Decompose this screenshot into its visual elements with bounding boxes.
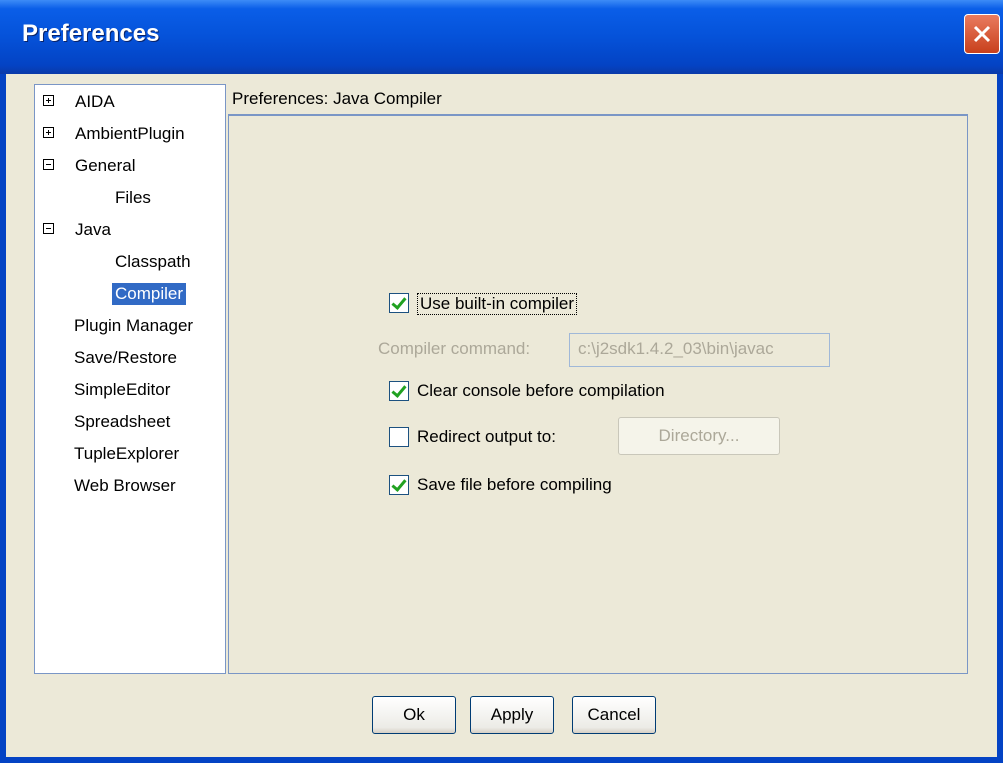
clear-console-row[interactable]: Clear console before compilation [389, 380, 749, 404]
close-icon [973, 25, 991, 43]
tree-item-label: Spreadsheet [74, 412, 171, 431]
tree-item-spreadsheet[interactable]: Spreadsheet [35, 407, 225, 435]
tree-item-classpath[interactable]: Classpath [35, 247, 225, 275]
window-frame-bottom [0, 757, 1003, 763]
expand-plus-icon[interactable] [43, 95, 54, 106]
use-builtin-compiler-row[interactable]: Use built-in compiler [389, 292, 629, 316]
tree-item-label: Compiler [112, 283, 187, 305]
redirect-output-label: Redirect output to: [417, 427, 556, 446]
tree-item-label: Files [115, 188, 151, 207]
tree-item-label: Save/Restore [74, 348, 177, 367]
collapse-minus-icon[interactable] [43, 223, 54, 234]
tree-item-label: TupleExplorer [74, 444, 180, 463]
tree-item-ambientplugin[interactable]: AmbientPlugin [35, 119, 225, 147]
save-file-label: Save file before compiling [417, 475, 612, 494]
tree-item-label: AIDA [75, 92, 115, 111]
tree-item-aida[interactable]: AIDA [35, 87, 225, 115]
save-file-row[interactable]: Save file before compiling [389, 474, 689, 498]
tree-item-simpleeditor[interactable]: SimpleEditor [35, 375, 225, 403]
tree-item-label: Web Browser [74, 476, 176, 495]
tree-item-tupleexplorer[interactable]: TupleExplorer [35, 439, 225, 467]
panel-header: Preferences: Java Compiler [228, 84, 968, 114]
panel-title: Preferences: Java Compiler [232, 89, 442, 108]
use-builtin-compiler-checkbox[interactable] [389, 293, 409, 313]
expand-plus-icon[interactable] [43, 127, 54, 138]
use-builtin-compiler-label: Use built-in compiler [417, 293, 577, 315]
tree-item-label: Plugin Manager [74, 316, 194, 335]
clear-console-label: Clear console before compilation [417, 381, 665, 400]
cancel-button[interactable]: Cancel [572, 696, 656, 734]
redirect-output-checkbox[interactable] [389, 427, 409, 447]
tree-item-label: General [75, 156, 136, 175]
tree-item-files[interactable]: Files [35, 183, 225, 211]
tree-item-label: Java [75, 220, 111, 239]
tree-item-label: Classpath [115, 252, 191, 271]
tree-item-label: SimpleEditor [74, 380, 171, 399]
redirect-output-row[interactable]: Redirect output to: [389, 426, 609, 450]
collapse-minus-icon[interactable] [43, 159, 54, 170]
save-file-checkbox[interactable] [389, 475, 409, 495]
preferences-panel: Preferences: Java Compiler [228, 84, 968, 674]
clear-console-checkbox[interactable] [389, 381, 409, 401]
window-title: Preferences [22, 20, 160, 47]
compiler-command-label: Compiler command: [378, 339, 531, 358]
tree-item-save-restore[interactable]: Save/Restore [35, 343, 225, 371]
preferences-tree[interactable]: AIDA AmbientPlugin General Files Java Cl… [34, 84, 226, 674]
tree-item-compiler[interactable]: Compiler [35, 279, 225, 307]
compiler-command-field[interactable]: c:\j2sdk1.4.2_03\bin\javac [569, 333, 830, 367]
apply-button[interactable]: Apply [470, 696, 554, 734]
tree-item-label: AmbientPlugin [75, 124, 185, 143]
close-button[interactable] [964, 14, 1000, 54]
tree-item-general[interactable]: General [35, 151, 225, 179]
tree-item-java[interactable]: Java [35, 215, 225, 243]
window-frame-right [997, 74, 1003, 763]
tree-item-web-browser[interactable]: Web Browser [35, 471, 225, 499]
title-bar[interactable]: Preferences [0, 0, 1003, 74]
ok-button[interactable]: Ok [372, 696, 456, 734]
tree-item-plugin-manager[interactable]: Plugin Manager [35, 311, 225, 339]
directory-button[interactable]: Directory... [618, 417, 780, 455]
